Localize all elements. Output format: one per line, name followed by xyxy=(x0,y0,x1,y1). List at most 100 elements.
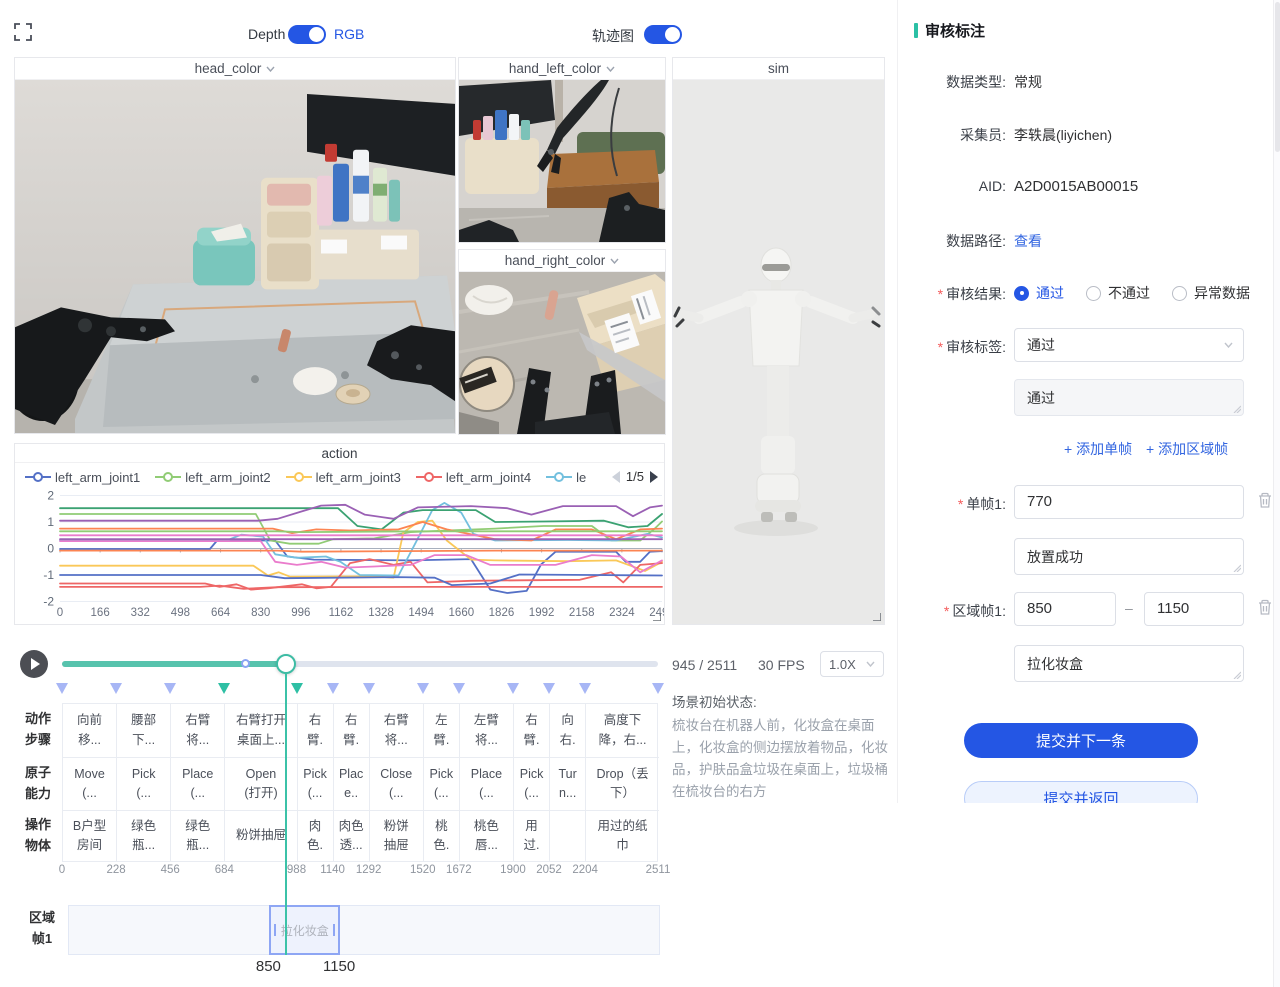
band-handle-right[interactable] xyxy=(333,924,335,936)
step-marker-icon[interactable] xyxy=(453,683,465,694)
result-radio-option[interactable]: 异常数据 xyxy=(1172,283,1250,303)
tag-select[interactable]: 通过 xyxy=(1014,328,1244,362)
legend-item[interactable]: left_arm_joint1 xyxy=(25,470,140,485)
required-asterisk: * xyxy=(958,496,963,512)
scene-title: 场景初始状态: xyxy=(672,691,891,711)
table-cell: 右臂 将... xyxy=(370,704,424,758)
hand-left-select[interactable]: hand_left_color xyxy=(459,58,665,80)
band-handle-left[interactable] xyxy=(274,924,276,936)
step-marker-icon[interactable] xyxy=(218,683,230,694)
step-marker-icon[interactable] xyxy=(291,683,303,694)
region-end-input[interactable]: 1150 xyxy=(1144,592,1244,626)
table-cell: 左 臂. xyxy=(424,704,460,758)
delete-single-frame-icon[interactable] xyxy=(1257,492,1273,509)
legend-next-icon[interactable] xyxy=(650,471,658,483)
legend-label: left_arm_joint4 xyxy=(446,470,531,485)
table-cell: 绿色 瓶... xyxy=(171,811,225,861)
head-color-select[interactable]: head_color xyxy=(15,58,455,80)
fps-label: 30 FPS xyxy=(758,657,805,673)
submit-back-button[interactable]: 提交并返回 xyxy=(964,781,1198,803)
resize-handle-icon xyxy=(1233,405,1241,413)
svg-text:2158: 2158 xyxy=(569,607,595,619)
timeline-slider[interactable] xyxy=(62,661,658,667)
frame-axis-tick: 2204 xyxy=(562,864,608,876)
step-marker-icon[interactable] xyxy=(652,683,664,694)
add-single-frame-link[interactable]: + 添加单帧 xyxy=(1064,439,1132,459)
panel-accent-bar xyxy=(914,23,918,38)
tag-textarea[interactable]: 通过 xyxy=(1014,379,1244,416)
step-marker-icon[interactable] xyxy=(579,683,591,694)
scrollbar-thumb[interactable] xyxy=(1275,2,1280,152)
range-separator: – xyxy=(1125,600,1133,616)
resize-corner-icon[interactable] xyxy=(651,611,661,621)
tag-select-value: 通过 xyxy=(1027,335,1055,355)
submit-next-button[interactable]: 提交并下一条 xyxy=(964,723,1198,758)
step-marker-icon[interactable] xyxy=(327,683,339,694)
legend-item[interactable]: left_arm_joint4 xyxy=(416,470,531,485)
frame-axis-tick: 1672 xyxy=(436,864,482,876)
single-frame-label: *单帧1: xyxy=(898,494,1006,514)
chevron-down-icon xyxy=(606,66,615,72)
region-track-label: 区域 帧1 xyxy=(22,908,62,950)
table-cell: 桃色 唇... xyxy=(460,811,514,861)
timeline-handle[interactable] xyxy=(276,654,296,674)
trajectory-toggle[interactable] xyxy=(644,25,682,44)
resize-handle-icon xyxy=(1233,564,1241,572)
result-radio-group: 通过 不通过 异常数据 xyxy=(1014,283,1250,303)
region-frame-note[interactable]: 拉化妆盒 xyxy=(1014,645,1244,682)
step-marker-icon[interactable] xyxy=(56,683,68,694)
delete-region-frame-icon[interactable] xyxy=(1257,599,1273,616)
chevron-down-icon xyxy=(866,661,875,667)
table-cell: Close (... xyxy=(370,758,424,811)
radio-icon xyxy=(1172,286,1187,301)
region-band[interactable]: 拉化妆盒 xyxy=(269,905,340,955)
data-type-value: 常规 xyxy=(1014,72,1042,92)
resize-corner-icon[interactable] xyxy=(871,611,881,621)
table-cell: 桃 色. xyxy=(424,811,460,861)
radio-icon xyxy=(1086,286,1101,301)
add-region-frame-link[interactable]: + 添加区域帧 xyxy=(1146,439,1228,459)
step-marker-icon[interactable] xyxy=(507,683,519,694)
hand-right-select[interactable]: hand_right_color xyxy=(459,250,665,272)
chart-legend: left_arm_joint1 left_arm_joint2 left_arm_j… xyxy=(25,466,586,488)
table-cell: Tur n... xyxy=(550,758,586,811)
result-radio-selected[interactable]: 通过 xyxy=(1014,283,1064,303)
head-color-panel: head_color xyxy=(14,57,456,434)
speed-value: 1.0X xyxy=(829,657,856,672)
legend-item[interactable]: le xyxy=(546,470,586,485)
svg-text:664: 664 xyxy=(211,607,231,619)
speed-select[interactable]: 1.0X xyxy=(820,651,884,677)
play-button[interactable] xyxy=(20,650,48,678)
required-asterisk: * xyxy=(938,339,943,355)
table-cell: Place (... xyxy=(171,758,225,811)
svg-text:498: 498 xyxy=(171,607,190,619)
data-path-link[interactable]: 查看 xyxy=(1014,231,1042,251)
region-frame-track[interactable]: 拉化妆盒 xyxy=(68,905,660,955)
step-marker-icon[interactable] xyxy=(164,683,176,694)
single-frame-note[interactable]: 放置成功 xyxy=(1014,538,1244,575)
legend-item[interactable]: left_arm_joint3 xyxy=(286,470,401,485)
legend-item[interactable]: left_arm_joint2 xyxy=(155,470,270,485)
region-start-input[interactable]: 850 xyxy=(1014,592,1116,626)
step-marker-icon[interactable] xyxy=(543,683,555,694)
depth-rgb-toggle[interactable] xyxy=(288,25,326,44)
step-marker-icon[interactable] xyxy=(417,683,429,694)
collector-label: 采集员: xyxy=(898,125,1006,145)
legend-label: le xyxy=(576,470,586,485)
page-scrollbar[interactable] xyxy=(1273,0,1280,987)
fullscreen-icon[interactable] xyxy=(14,23,32,41)
table-cell: 向 右. xyxy=(550,704,586,758)
table-cell: 右 臂. xyxy=(334,704,370,758)
region-start-label: 850 xyxy=(238,958,298,975)
steps-table: 向前 移...腰部 下...右臂 将...右臂打开 桌面上...右 臂.右 臂.… xyxy=(62,703,658,862)
step-marker-icon[interactable] xyxy=(110,683,122,694)
single-frame-input[interactable]: 770 xyxy=(1014,485,1244,519)
region-end-label: 1150 xyxy=(309,958,369,975)
result-radio-option[interactable]: 不通过 xyxy=(1086,283,1150,303)
single-frame-dot[interactable] xyxy=(241,659,250,668)
legend-prev-icon[interactable] xyxy=(612,471,620,483)
action-chart: 210-1-2016633249866483099611621328149416… xyxy=(16,490,664,624)
step-marker-icon[interactable] xyxy=(363,683,375,694)
svg-text:1992: 1992 xyxy=(529,607,555,619)
hand-left-title: hand_left_color xyxy=(509,61,601,76)
